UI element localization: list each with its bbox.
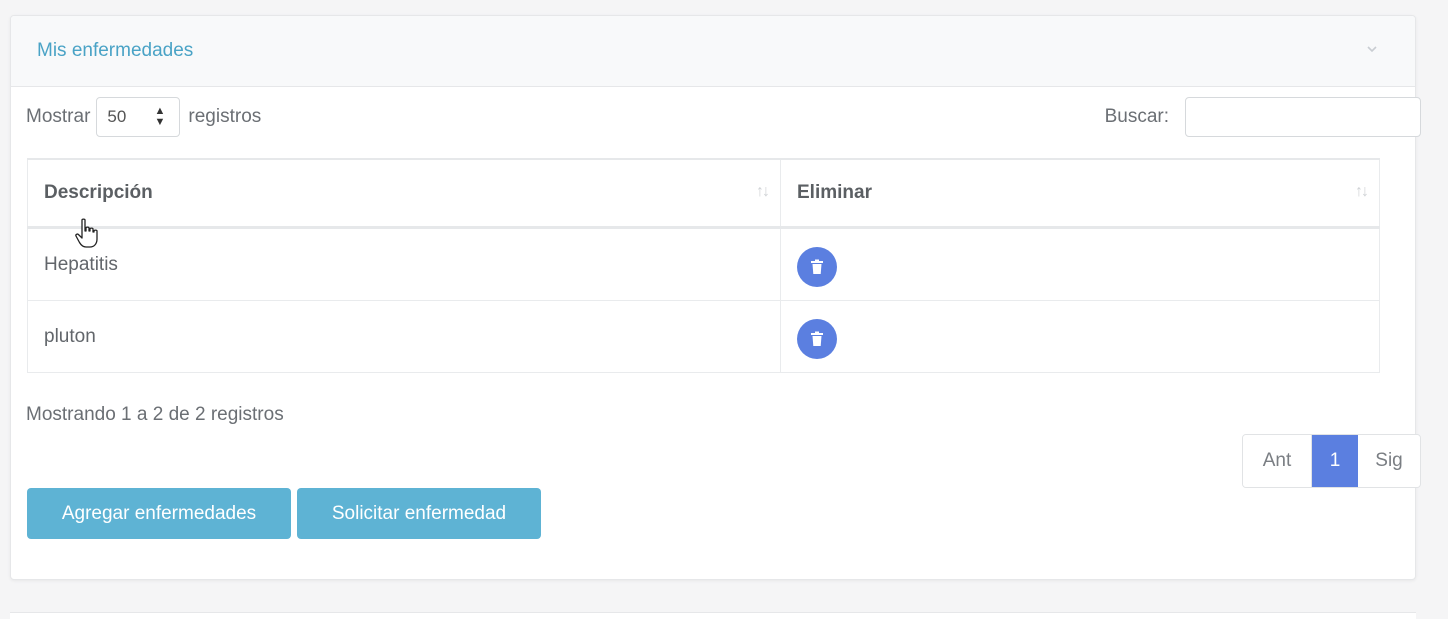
column-header-description[interactable]: Descripción ↑↓	[27, 158, 781, 229]
search-input[interactable]	[1185, 97, 1421, 137]
column-header-label: Descripción	[44, 182, 153, 203]
sort-icon: ↑↓	[1355, 183, 1369, 200]
page-length-select[interactable]: 50 ▲ ▼	[96, 97, 181, 137]
delete-button[interactable]	[797, 318, 837, 359]
length-prefix-label: Mostrar	[26, 106, 91, 127]
table-header-row: Descripción ↑↓ Eliminar ↑↓	[27, 158, 1380, 229]
column-header-delete[interactable]: Eliminar ↑↓	[780, 158, 1380, 229]
search-label: Buscar:	[1104, 106, 1169, 127]
table-row: Hepatitis	[27, 227, 1380, 301]
description-cell: Hepatitis	[27, 227, 781, 301]
page-length-value: 50	[107, 107, 127, 126]
delete-cell	[780, 300, 1380, 373]
hand-pointer-icon	[75, 218, 98, 248]
select-arrows-icon: ▲ ▼	[154, 105, 166, 128]
chevron-down-icon[interactable]	[1365, 42, 1379, 56]
request-disease-button[interactable]: Solicitar enfermedad	[297, 488, 541, 539]
pagination: Ant 1 Sig	[1242, 434, 1421, 488]
pagination-page-current[interactable]: 1	[1312, 435, 1358, 487]
column-header-label: Eliminar	[797, 182, 872, 203]
pagination-prev[interactable]: Ant	[1243, 435, 1312, 487]
panel-header[interactable]: Mis enfermedades	[11, 16, 1415, 87]
search-control: Buscar:	[1105, 97, 1421, 137]
length-suffix-label: registros	[188, 106, 262, 127]
pagination-next[interactable]: Sig	[1358, 435, 1420, 487]
table-info-text: Mostrando 1 a 2 de 2 registros	[26, 404, 284, 425]
delete-cell	[780, 227, 1380, 301]
panel-title: Mis enfermedades	[37, 40, 194, 61]
trash-icon	[811, 259, 823, 274]
diseases-table: Descripción ↑↓ Eliminar ↑↓ Hepatitis plu…	[27, 158, 1380, 373]
length-control: Mostrar 50 ▲ ▼ registros	[26, 97, 261, 137]
sort-icon: ↑↓	[756, 183, 770, 200]
trash-icon	[811, 331, 823, 346]
description-cell: pluton	[27, 300, 781, 373]
table-row: pluton	[27, 300, 1380, 373]
delete-button[interactable]	[797, 246, 837, 287]
add-diseases-button[interactable]: Agregar enfermedades	[27, 488, 291, 539]
